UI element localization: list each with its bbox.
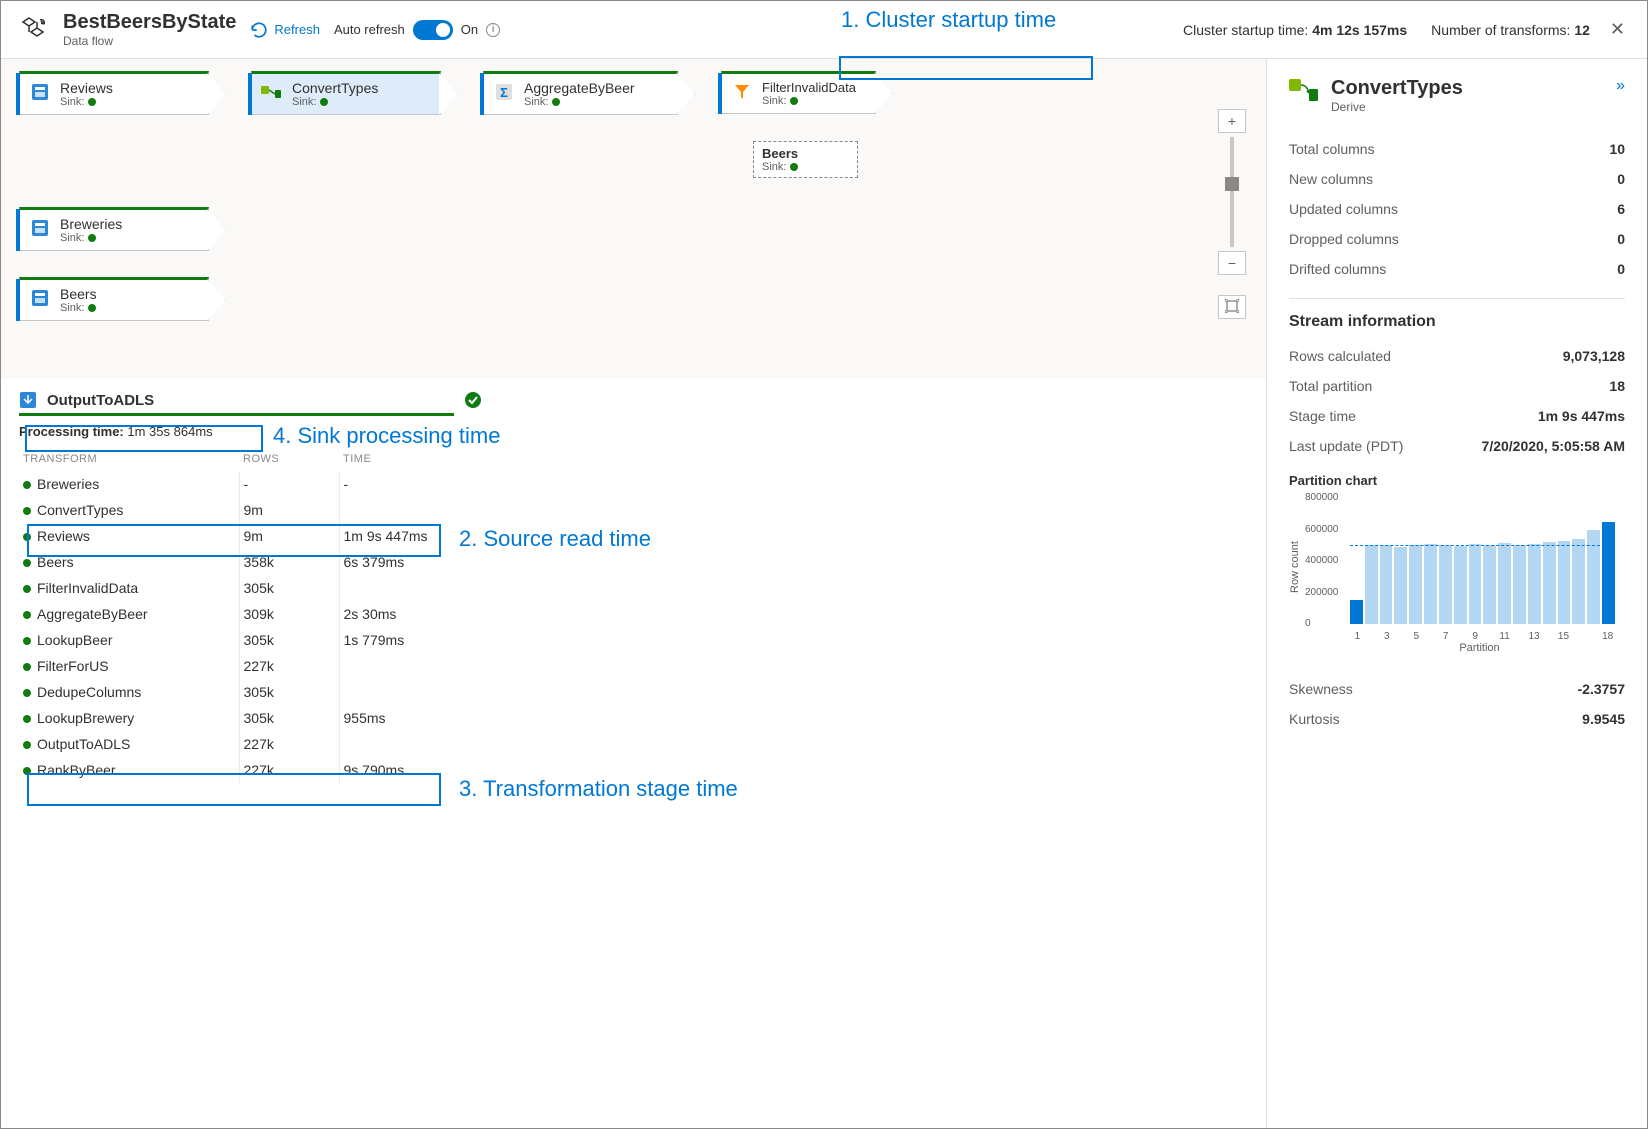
expand-button[interactable]: » <box>1616 77 1625 95</box>
aggregate-icon: Σ <box>492 80 516 104</box>
table-row[interactable]: FilterInvalidData305k <box>19 575 459 601</box>
info-icon[interactable]: i <box>486 23 500 37</box>
node-converttypes[interactable]: ConvertTypes Sink: <box>251 71 441 115</box>
table-row[interactable]: FilterForUS227k <box>19 653 459 679</box>
page-title: BestBeersByState <box>63 11 236 34</box>
auto-refresh-state: On <box>461 22 478 37</box>
status-dot <box>552 98 560 106</box>
dataflow-canvas[interactable]: Reviews Sink: ConvertTypes Sink: Σ Aggre… <box>1 59 1266 379</box>
derive-icon <box>260 80 284 104</box>
partition-chart: 02000004000006000008000001357911131518 <box>1305 492 1615 642</box>
filter-icon <box>730 80 754 104</box>
zoom-fit-button[interactable] <box>1218 295 1246 319</box>
page-subtitle: Data flow <box>63 34 236 48</box>
title-block: BestBeersByState Data flow <box>63 11 236 48</box>
table-row[interactable]: Beers358k6s 379ms <box>19 549 459 575</box>
table-row[interactable]: LookupBrewery305k955ms <box>19 705 459 731</box>
table-row[interactable]: DedupeColumns305k <box>19 679 459 705</box>
output-title: OutputToADLS <box>47 392 154 409</box>
divider <box>1289 298 1625 299</box>
processing-time: Processing time: 1m 35s 864ms <box>19 424 1248 439</box>
close-button[interactable]: ✕ <box>1604 19 1631 40</box>
node-beers-detached[interactable]: Beers Sink: <box>753 141 858 178</box>
status-dot <box>790 163 798 171</box>
status-dot <box>88 234 96 242</box>
zoom-controls: + − <box>1218 109 1246 319</box>
dataflow-icon <box>17 14 49 46</box>
status-dot <box>790 97 798 105</box>
table-row[interactable]: AggregateByBeer309k2s 30ms <box>19 601 459 627</box>
table-row[interactable]: LookupBeer305k1s 779ms <box>19 627 459 653</box>
chart-xlabel: Partition <box>1289 642 1625 654</box>
transforms-count: Number of transforms: 12 <box>1431 22 1590 38</box>
panel-subtitle: Derive <box>1331 100 1463 114</box>
transforms-table: TRANSFORM ROWS TIME Breweries--ConvertTy… <box>19 447 459 783</box>
node-aggregatebybeer[interactable]: Σ AggregateByBeer Sink: <box>483 71 678 115</box>
node-beers[interactable]: Beers Sink: <box>19 277 209 321</box>
table-row[interactable]: RankByBeer227k9s 790ms <box>19 757 459 783</box>
chart-ylabel: Row count <box>1289 492 1301 642</box>
auto-refresh-toggle[interactable] <box>413 20 453 40</box>
col-rows: ROWS <box>239 447 339 471</box>
zoom-in-button[interactable]: + <box>1218 109 1246 133</box>
status-dot <box>320 98 328 106</box>
col-time: TIME <box>339 447 459 471</box>
panel-title: ConvertTypes <box>1331 77 1463 100</box>
refresh-icon <box>250 21 268 39</box>
refresh-label: Refresh <box>274 22 320 37</box>
node-breweries[interactable]: Breweries Sink: <box>19 207 209 251</box>
node-label: Breweries <box>60 216 122 232</box>
auto-refresh-group: Auto refresh On i <box>334 20 500 40</box>
node-label: Beers <box>60 286 97 302</box>
node-label: ConvertTypes <box>292 80 378 96</box>
col-transform: TRANSFORM <box>19 447 239 471</box>
svg-text:Σ: Σ <box>500 85 508 100</box>
divider <box>19 413 454 416</box>
node-label: Reviews <box>60 80 113 96</box>
node-filterinvaliddata[interactable]: FilterInvalidData Sink: <box>721 71 876 114</box>
table-row[interactable]: Reviews9m1m 9s 447ms <box>19 523 459 549</box>
node-label: FilterInvalidData <box>762 80 856 95</box>
status-dot <box>88 304 96 312</box>
cluster-startup-time: Cluster startup time: 4m 12s 157ms <box>1183 22 1407 38</box>
refresh-button[interactable]: Refresh <box>250 21 320 39</box>
table-row[interactable]: Breweries-- <box>19 471 459 497</box>
zoom-slider[interactable] <box>1230 137 1234 247</box>
zoom-out-button[interactable]: − <box>1218 251 1246 275</box>
derive-icon <box>1289 77 1319 103</box>
sink-icon <box>19 391 37 409</box>
stream-info-title: Stream information <box>1289 313 1625 331</box>
source-icon <box>28 286 52 310</box>
header: BestBeersByState Data flow Refresh Auto … <box>1 1 1647 59</box>
node-label: AggregateByBeer <box>524 80 635 96</box>
node-label: Beers <box>762 146 849 161</box>
status-dot <box>88 98 96 106</box>
source-icon <box>28 80 52 104</box>
node-reviews[interactable]: Reviews Sink: <box>19 71 209 115</box>
success-icon <box>464 391 482 409</box>
output-panel: OutputToADLS Processing time: 1m 35s 864… <box>1 379 1266 1128</box>
details-panel: ConvertTypes Derive » Total columns10 Ne… <box>1267 59 1647 1128</box>
auto-refresh-label: Auto refresh <box>334 22 405 37</box>
partition-chart-title: Partition chart <box>1289 473 1625 488</box>
table-row[interactable]: OutputToADLS227k <box>19 731 459 757</box>
source-icon <box>28 216 52 240</box>
table-row[interactable]: ConvertTypes9m <box>19 497 459 523</box>
